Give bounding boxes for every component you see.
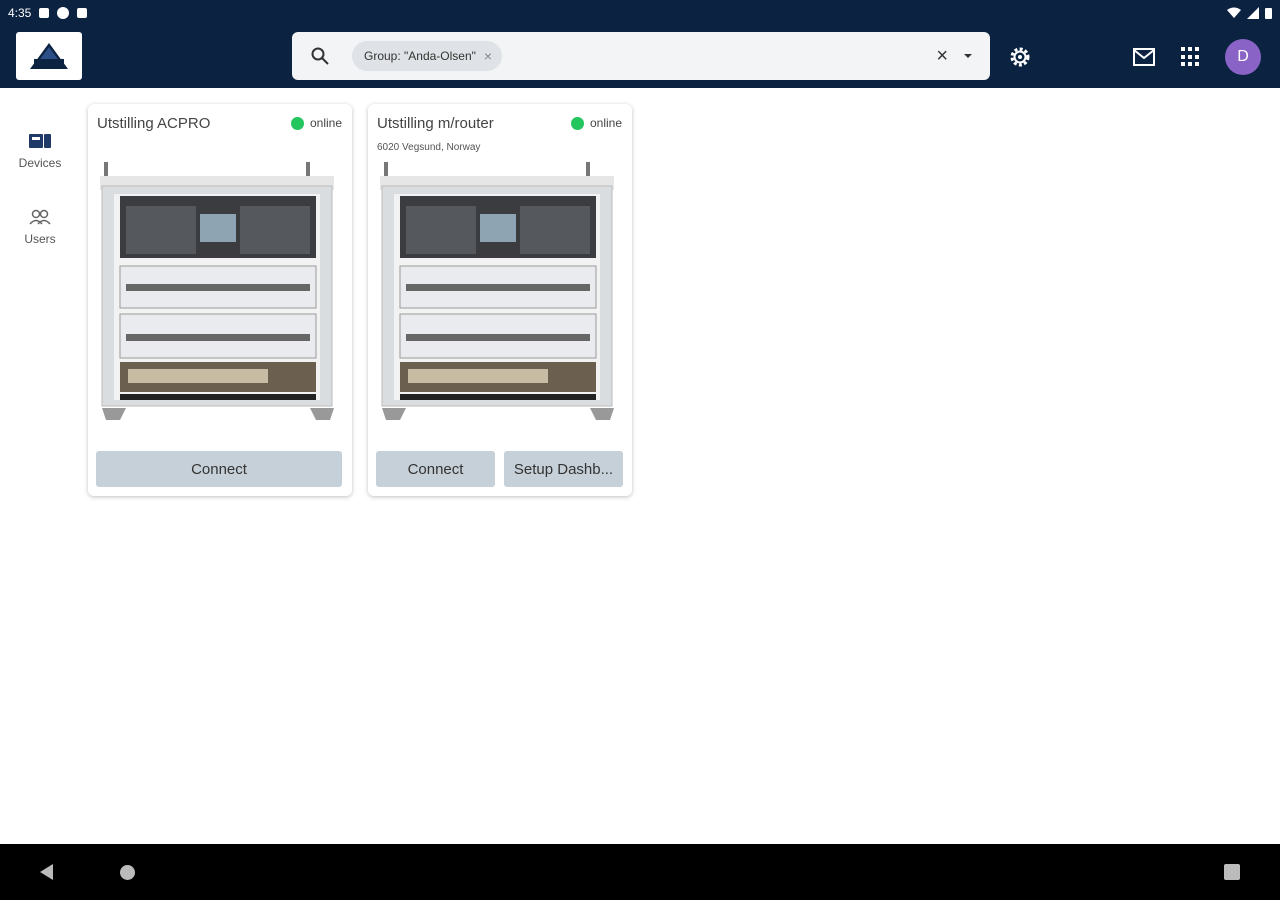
connect-button[interactable]: Connect [96, 451, 342, 487]
devices-icon [29, 134, 51, 148]
status-text: online [309, 116, 342, 130]
setup-dashboard-button[interactable]: Setup Dashb... [504, 451, 623, 487]
device-card[interactable]: Utstilling m/router online 6020 Vegsund,… [368, 104, 632, 496]
status-bar: 4:35 [0, 0, 1280, 26]
sd-card-icon [77, 8, 88, 18]
device-rack-image [380, 162, 614, 420]
chip-label: Group: "Anda-Olsen" [364, 49, 476, 63]
status-badge: online [570, 116, 622, 130]
device-rack-image [100, 162, 334, 420]
search-bar[interactable]: Group: "Anda-Olsen" × × [292, 32, 990, 80]
logo-icon [30, 43, 68, 69]
device-address: 6020 Vegsund, Norway [377, 142, 481, 153]
connect-button[interactable]: Connect [376, 451, 495, 487]
clear-search-icon[interactable]: × [936, 45, 948, 68]
signal-icon [1247, 7, 1259, 19]
dropdown-caret-icon[interactable] [964, 54, 972, 58]
anda-logo[interactable] [16, 32, 82, 80]
online-indicator-icon [570, 116, 584, 130]
chip-remove-icon[interactable]: × [484, 48, 492, 64]
mail-icon[interactable] [1132, 47, 1156, 67]
notification-icon [39, 8, 50, 18]
apps-grid-icon[interactable] [1181, 47, 1201, 67]
status-text: online [589, 116, 622, 130]
sidebar-item-devices[interactable]: Devices [0, 132, 80, 170]
device-name: Utstilling ACPRO [97, 115, 211, 132]
app-bar: Group: "Anda-Olsen" × × D [0, 26, 1280, 88]
status-badge: online [290, 116, 342, 130]
recent-apps-icon[interactable] [1224, 864, 1240, 880]
home-icon[interactable] [120, 865, 135, 880]
battery-icon [1265, 8, 1272, 19]
users-icon [29, 209, 51, 225]
avatar[interactable]: D [1225, 39, 1261, 75]
gear-icon[interactable] [1008, 45, 1032, 69]
status-time: 4:35 [8, 6, 32, 20]
back-icon[interactable] [40, 864, 53, 880]
system-nav-bar [0, 844, 1280, 900]
device-card[interactable]: Utstilling ACPRO online Connect [88, 104, 352, 496]
wifi-icon [1227, 7, 1241, 18]
app-notification-icon [57, 7, 70, 19]
sidebar: Devices Users [0, 88, 80, 844]
sidebar-item-label: Devices [18, 156, 62, 170]
group-filter-chip[interactable]: Group: "Anda-Olsen" × [352, 41, 503, 71]
sidebar-item-label: Users [24, 232, 56, 246]
search-icon[interactable] [310, 46, 330, 66]
device-name: Utstilling m/router [377, 115, 494, 132]
online-indicator-icon [290, 116, 304, 130]
sidebar-item-users[interactable]: Users [0, 208, 80, 246]
